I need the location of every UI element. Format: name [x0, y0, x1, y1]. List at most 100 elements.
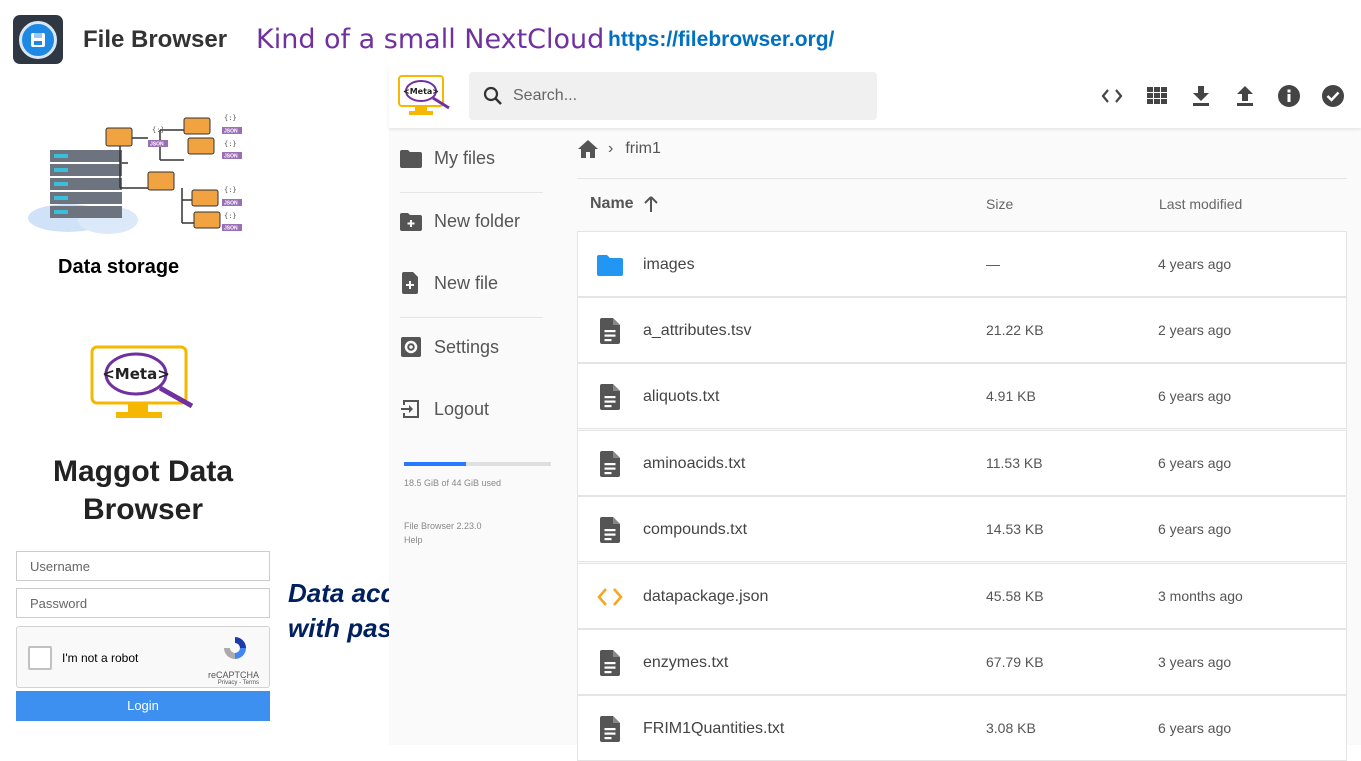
captcha-links[interactable]: Privacy - Terms: [218, 680, 259, 686]
arrow-up-icon: [643, 196, 658, 212]
file-row[interactable]: aliquots.txt 4.91 KB 6 years ago: [577, 363, 1347, 429]
logout-icon: [401, 400, 419, 418]
document-icon: [600, 384, 620, 410]
file-modified: 2 years ago: [1158, 322, 1232, 338]
search-placeholder: Search...: [513, 87, 578, 104]
file-size: 14.53 KB: [986, 521, 1044, 537]
svg-text:{:}: {:}: [224, 212, 237, 220]
sidebar-label: New folder: [434, 211, 521, 231]
file-modified: 6 years ago: [1158, 720, 1232, 736]
username-field[interactable]: Username: [16, 551, 270, 581]
info-icon[interactable]: [1277, 84, 1301, 108]
project-url[interactable]: https://filebrowser.org/: [608, 28, 834, 52]
version-info: File Browser 2.23.0 Help: [404, 519, 482, 547]
file-size: 45.58 KB: [986, 588, 1044, 604]
file-modified: 6 years ago: [1158, 521, 1232, 537]
new-folder-icon: [400, 212, 422, 231]
file-size: 4.91 KB: [986, 388, 1036, 404]
folder-icon: [597, 255, 623, 276]
svg-text:{:}: {:}: [224, 114, 237, 122]
document-icon: [600, 451, 620, 477]
code-file-icon: [597, 588, 623, 606]
recaptcha-widget: I'm not a robot reCAPTCHA Privacy - Term…: [16, 626, 270, 688]
breadcrumb-separator: ›: [608, 140, 614, 157]
svg-text:<Meta>: <Meta>: [403, 87, 439, 96]
download-icon[interactable]: [1189, 84, 1213, 108]
file-row[interactable]: datapackage.json 45.58 KB 3 months ago: [577, 563, 1347, 629]
document-icon: [600, 517, 620, 543]
sidebar-item-my-files[interactable]: My files: [400, 148, 495, 169]
file-modified: 4 years ago: [1158, 256, 1232, 272]
login-button[interactable]: Login: [16, 691, 270, 721]
column-label: Name: [590, 195, 634, 212]
help-link[interactable]: Help: [404, 533, 482, 547]
recaptcha-icon: [224, 637, 246, 659]
storage-quota-fill: [404, 462, 466, 466]
filebrowser-logo[interactable]: <Meta>: [397, 74, 453, 118]
svg-text:{:}: {:}: [152, 126, 165, 134]
file-modified: 3 months ago: [1158, 588, 1243, 604]
search-bar[interactable]: Search...: [469, 72, 877, 120]
file-modified: 3 years ago: [1158, 654, 1232, 670]
sidebar-label: My files: [434, 148, 496, 168]
app-title: File Browser: [83, 26, 228, 53]
sidebar-label: New file: [434, 272, 499, 293]
file-row[interactable]: compounds.txt 14.53 KB 6 years ago: [577, 496, 1347, 562]
file-modified: 6 years ago: [1158, 455, 1232, 471]
svg-text:JSON: JSON: [224, 129, 238, 135]
file-row[interactable]: FRIM1Quantities.txt 3.08 KB 6 years ago: [577, 695, 1347, 761]
file-row[interactable]: a_attributes.tsv 21.22 KB 2 years ago: [577, 297, 1347, 363]
select-all-icon[interactable]: [1321, 84, 1345, 108]
sidebar-item-settings[interactable]: Settings: [400, 336, 499, 358]
svg-text:JSON: JSON: [224, 201, 238, 207]
sidebar-item-new-folder[interactable]: New folder: [400, 211, 520, 232]
file-row[interactable]: images — 4 years ago: [577, 231, 1347, 297]
column-header-name[interactable]: Name: [590, 195, 660, 213]
file-size: 21.22 KB: [986, 322, 1044, 338]
sidebar-divider: [400, 192, 543, 193]
sidebar-divider: [400, 317, 543, 318]
upload-icon[interactable]: [1233, 84, 1257, 108]
list-divider: [577, 178, 1347, 179]
storage-caption: Data storage: [58, 256, 180, 278]
svg-text:JSON: JSON: [224, 226, 238, 232]
file-name: images: [643, 256, 695, 273]
column-header-size[interactable]: Size: [986, 196, 1013, 212]
breadcrumb: › frim1: [578, 140, 661, 158]
home-icon[interactable]: [578, 140, 598, 158]
sidebar-label: Settings: [434, 336, 500, 357]
file-modified: 6 years ago: [1158, 388, 1232, 404]
password-field[interactable]: Password: [16, 588, 270, 618]
new-file-icon: [402, 272, 418, 294]
file-name: enzymes.txt: [643, 654, 729, 671]
file-name: FRIM1Quantities.txt: [643, 720, 785, 737]
captcha-checkbox[interactable]: [28, 646, 52, 670]
svg-text:JSON: JSON: [150, 142, 164, 148]
app-icon: [13, 15, 63, 64]
maggot-logo: <Meta>: [90, 345, 194, 418]
captcha-label: I'm not a robot: [62, 651, 139, 665]
sidebar-item-new-file[interactable]: New file: [400, 272, 498, 294]
file-name: aminoacids.txt: [643, 455, 746, 472]
svg-text:{:}: {:}: [224, 140, 237, 148]
file-row[interactable]: enzymes.txt 67.79 KB 3 years ago: [577, 629, 1347, 695]
svg-text:<Meta>: <Meta>: [102, 365, 170, 383]
storage-quota-text: 18.5 GiB of 44 GiB used: [404, 478, 502, 488]
grid-view-icon[interactable]: [1145, 84, 1169, 108]
file-name: datapackage.json: [643, 588, 769, 605]
document-icon: [600, 318, 620, 344]
file-row[interactable]: aminoacids.txt 11.53 KB 6 years ago: [577, 430, 1347, 496]
file-size: 11.53 KB: [986, 455, 1043, 471]
file-size: 3.08 KB: [986, 720, 1036, 736]
svg-text:JSON: JSON: [224, 154, 238, 160]
captcha-brand: reCAPTCHA: [207, 670, 259, 680]
column-header-modified[interactable]: Last modified: [1159, 196, 1242, 212]
svg-text:{:}: {:}: [224, 186, 237, 194]
file-name: compounds.txt: [643, 521, 748, 538]
sidebar-label: Logout: [434, 398, 490, 419]
sidebar-item-logout[interactable]: Logout: [400, 398, 489, 420]
code-view-icon[interactable]: [1100, 84, 1124, 108]
file-name: a_attributes.tsv: [643, 322, 752, 339]
folder-icon: [400, 149, 422, 168]
breadcrumb-item[interactable]: frim1: [625, 140, 661, 158]
